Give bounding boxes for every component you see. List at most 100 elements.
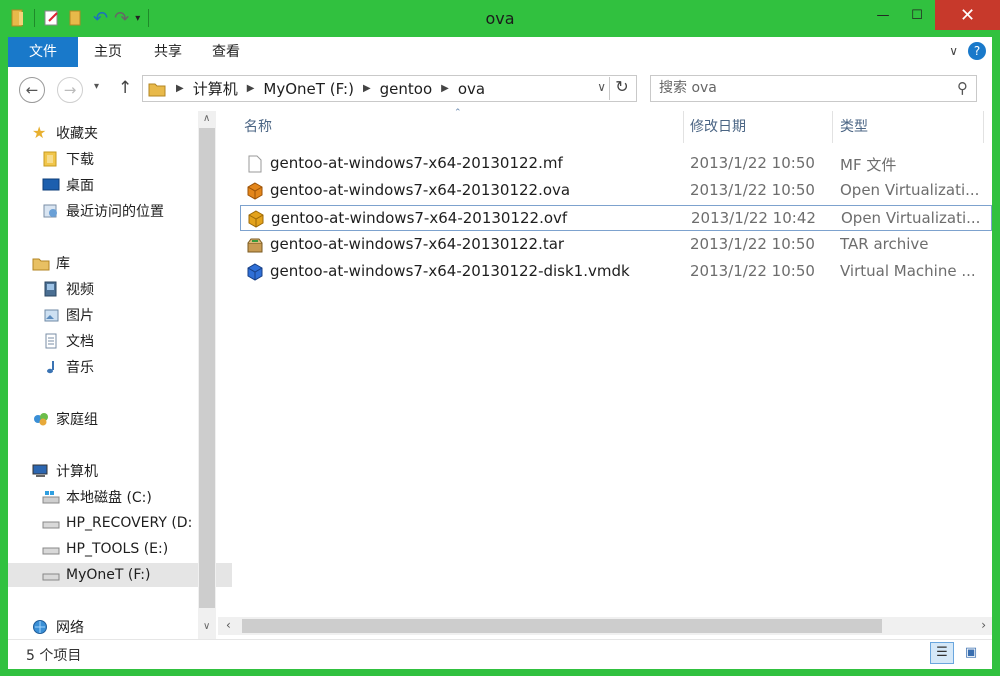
column-separator[interactable] (983, 111, 984, 143)
close-button[interactable]: ✕ (935, 0, 1000, 30)
help-icon[interactable]: ? (968, 42, 986, 60)
column-header-date[interactable]: 修改日期 (690, 111, 746, 143)
forward-button[interactable]: → (57, 77, 83, 103)
navigation-scrollbar[interactable]: ∧ ∨ (198, 111, 216, 639)
file-date: 2013/1/22 10:50 (690, 235, 815, 253)
file-name: gentoo-at-windows7-x64-20130122.tar (270, 235, 565, 253)
star-icon: ★ (32, 123, 47, 142)
back-arrow-icon: ← (25, 81, 39, 99)
file-type: Open Virtualizati... (841, 209, 981, 227)
virtualbox-icon (247, 182, 263, 200)
homegroup-icon (34, 413, 48, 426)
blank-file-icon (248, 155, 262, 173)
tab-file[interactable]: 文件 (8, 37, 78, 67)
column-header-type[interactable]: 类型 (840, 111, 868, 143)
window-title: ova (485, 9, 515, 28)
file-name: gentoo-at-windows7-x64-20130122.ovf (271, 209, 568, 227)
breadcrumb-gentoo[interactable]: gentoo (380, 80, 433, 98)
address-dropdown-icon[interactable]: ∨ (597, 80, 606, 94)
file-type: Open Virtualizati... (840, 181, 980, 199)
file-date: 2013/1/22 10:50 (690, 262, 815, 280)
recent-places-icon (43, 204, 57, 218)
column-separator[interactable] (832, 111, 833, 143)
file-name: gentoo-at-windows7-x64-20130122-disk1.vm… (270, 262, 630, 280)
file-date: 2013/1/22 10:50 (690, 181, 815, 199)
up-arrow-icon[interactable]: ↑ (118, 78, 132, 98)
vmdk-icon (247, 263, 263, 281)
drive-icon (42, 547, 60, 555)
file-type: MF 文件 (840, 156, 897, 174)
refresh-icon[interactable]: ↻ (609, 77, 634, 100)
file-list-scrollbar[interactable]: ‹ › (218, 617, 992, 635)
column-separator[interactable] (683, 111, 684, 143)
file-list: ⌃ 名称 修改日期 类型 gentoo-at-windows7-x64-2013… (218, 108, 992, 639)
chevron-right-icon[interactable]: ▶ (247, 83, 255, 94)
picture-library-icon (44, 309, 59, 322)
scroll-down-icon[interactable]: ∨ (203, 621, 210, 632)
recent-locations-icon[interactable]: ▾ (94, 81, 99, 92)
file-row[interactable]: gentoo-at-windows7-x64-20130122.ova 2013… (240, 178, 992, 204)
file-name: gentoo-at-windows7-x64-20130122.mf (270, 154, 563, 172)
column-header-name[interactable]: 名称 (244, 111, 272, 143)
search-placeholder: 搜索 ova (659, 80, 717, 96)
sidebar-item-homegroup[interactable]: 家庭组 (8, 407, 222, 431)
drive-icon (42, 521, 60, 529)
computer-icon (32, 464, 48, 477)
file-type: TAR archive (840, 235, 929, 253)
folder-icon (148, 83, 166, 96)
title-bar: ↶ ↷ ▾ ova — ☐ ✕ (0, 0, 1000, 37)
file-name: gentoo-at-windows7-x64-20130122.ova (270, 181, 571, 199)
ribbon-tabs: 文件 主页 共享 查看 ∨ ? (8, 37, 992, 68)
library-icon (32, 258, 50, 271)
chevron-right-icon[interactable]: ▶ (176, 83, 184, 94)
sidebar-item-libraries[interactable]: 库 (8, 251, 222, 275)
large-icons-view-icon[interactable]: ▣ (960, 642, 982, 664)
sort-ascending-icon: ⌃ (454, 108, 462, 118)
system-drive-icon (42, 491, 60, 504)
address-row: ← → ▾ ↑ ▶ 计算机 ▶ MyOneT (F:) ▶ gentoo ▶ o… (8, 67, 992, 111)
breadcrumb-drive[interactable]: MyOneT (F:) (263, 80, 354, 98)
scroll-right-icon[interactable]: › (981, 618, 986, 632)
desktop-icon (42, 178, 60, 191)
tab-view[interactable]: 查看 (198, 37, 254, 67)
chevron-right-icon[interactable]: ▶ (363, 83, 371, 94)
forward-arrow-icon: → (63, 81, 77, 99)
tab-home[interactable]: 主页 (78, 37, 138, 67)
ribbon-controls: ∨ ? (949, 42, 986, 60)
file-date: 2013/1/22 10:50 (690, 154, 815, 172)
file-row[interactable]: gentoo-at-windows7-x64-20130122.mf 2013/… (240, 151, 992, 177)
music-library-icon (47, 361, 54, 374)
file-row[interactable]: gentoo-at-windows7-x64-20130122-disk1.vm… (240, 259, 992, 285)
sidebar-item-computer[interactable]: 计算机 (8, 459, 222, 483)
file-date: 2013/1/22 10:42 (691, 209, 816, 227)
archive-icon (247, 238, 263, 253)
file-type: Virtual Machine ... (840, 262, 976, 280)
file-row-selected[interactable]: gentoo-at-windows7-x64-20130122.ovf 2013… (240, 205, 992, 231)
search-input[interactable]: 搜索 ova ⚲ (650, 75, 977, 102)
explorer-window: ↶ ↷ ▾ ova — ☐ ✕ 文件 主页 共享 查看 ∨ ? ← → ▾ ↑ … (0, 0, 1000, 676)
scrollbar-thumb[interactable] (199, 128, 215, 608)
scroll-up-icon[interactable]: ∧ (203, 113, 210, 124)
details-view-icon[interactable]: ☰ (930, 642, 954, 664)
network-icon (33, 620, 47, 634)
status-bar: 5 个项目 ☰ ▣ (8, 639, 992, 669)
drive-icon (42, 573, 60, 581)
scrollbar-thumb[interactable] (242, 619, 882, 633)
downloads-folder-icon (43, 151, 57, 167)
chevron-right-icon[interactable]: ▶ (441, 83, 449, 94)
breadcrumb-ova[interactable]: ova (458, 80, 485, 98)
file-row[interactable]: gentoo-at-windows7-x64-20130122.tar 2013… (240, 232, 992, 258)
back-button[interactable]: ← (19, 77, 45, 103)
sidebar-item-favorites[interactable]: ★ 收藏夹 (8, 121, 222, 145)
document-library-icon (45, 333, 57, 349)
expand-ribbon-icon[interactable]: ∨ (949, 44, 958, 58)
search-icon[interactable]: ⚲ (957, 76, 968, 101)
breadcrumb-computer[interactable]: 计算机 (193, 78, 238, 99)
virtualbox-icon (248, 210, 264, 228)
scroll-left-icon[interactable]: ‹ (226, 618, 231, 632)
address-bar[interactable]: ▶ 计算机 ▶ MyOneT (F:) ▶ gentoo ▶ ova ∨ ↻ (142, 75, 637, 102)
tab-share[interactable]: 共享 (138, 37, 198, 67)
item-count: 5 个项目 (26, 648, 82, 664)
video-library-icon (44, 281, 57, 297)
sidebar-item-network[interactable]: 网络 (8, 615, 222, 639)
